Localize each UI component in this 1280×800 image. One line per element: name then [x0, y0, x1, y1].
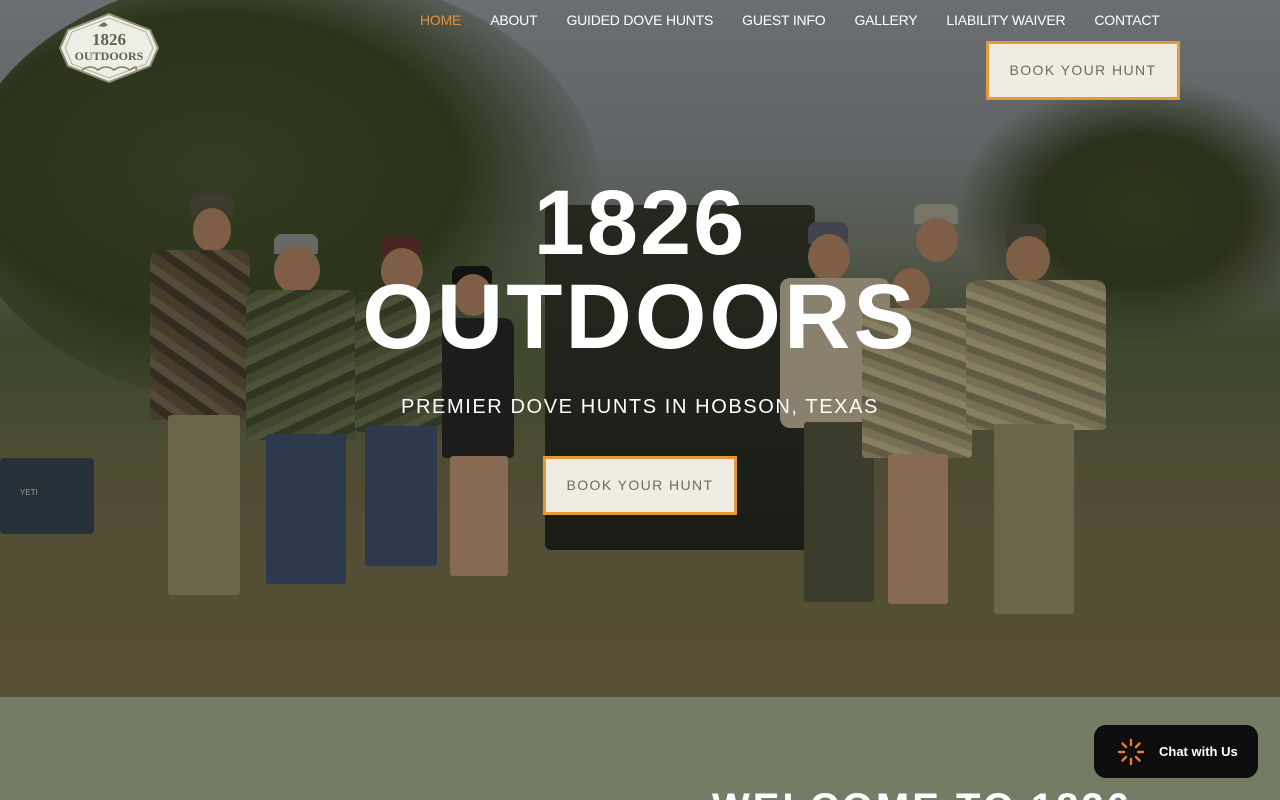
logo-emblem: 1826 OUTDOORS [58, 12, 160, 84]
logo-text-bottom: OUTDOORS [75, 49, 144, 63]
nav-home[interactable]: HOME [420, 12, 461, 32]
book-your-hunt-hero-button[interactable]: BOOK YOUR HUNT [543, 456, 737, 515]
logo-text-top: 1826 [92, 30, 126, 49]
nav-about[interactable]: ABOUT [490, 12, 537, 32]
book-your-hunt-header-button[interactable]: BOOK YOUR HUNT [986, 41, 1180, 100]
site-logo[interactable]: 1826 OUTDOORS [58, 12, 160, 84]
hero-title: 1826 OUTDOORS [0, 176, 1280, 364]
nav-contact[interactable]: CONTACT [1094, 12, 1159, 32]
chat-label: Chat with Us [1159, 744, 1238, 759]
nav-guest-info[interactable]: GUEST INFO [742, 12, 826, 32]
welcome-heading: WELCOME TO 1826 [712, 786, 1132, 800]
nav-guided-dove-hunts[interactable]: GUIDED DOVE HUNTS [566, 12, 713, 32]
hero-title-line2: OUTDOORS [362, 266, 918, 368]
nav-liability-waiver[interactable]: LIABILITY WAIVER [946, 12, 1065, 32]
hero-title-line1: 1826 [533, 172, 747, 274]
hero-subtitle: PREMIER DOVE HUNTS IN HOBSON, TEXAS [401, 396, 879, 418]
nav-gallery[interactable]: GALLERY [854, 12, 917, 32]
spinner-icon [1117, 738, 1145, 765]
main-nav: HOME ABOUT GUIDED DOVE HUNTS GUEST INFO … [420, 12, 1160, 32]
chat-widget-button[interactable]: Chat with Us [1094, 725, 1258, 778]
